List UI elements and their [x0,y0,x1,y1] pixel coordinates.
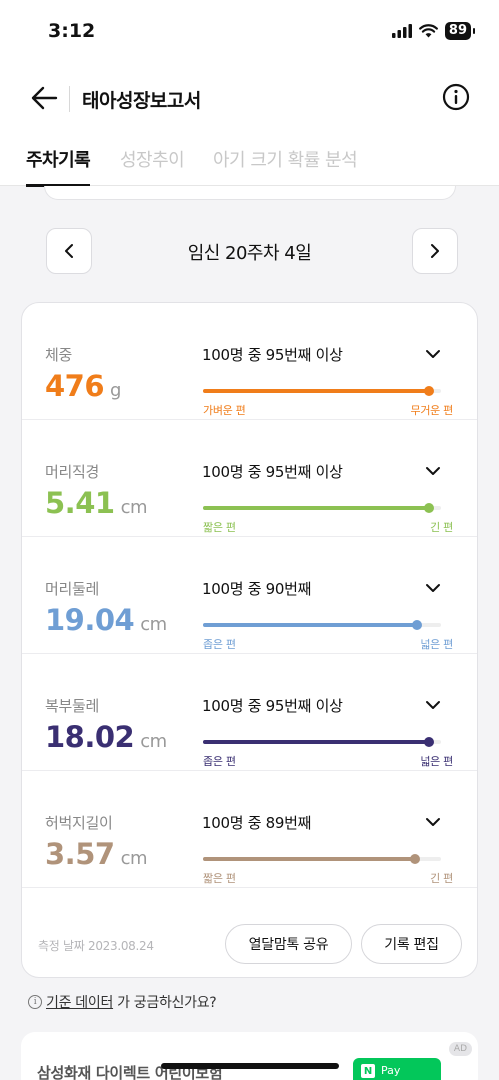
scale-low-label: 가벼운 편 [203,404,246,417]
metric-value: 5.41 cm [45,486,148,520]
metric-row[interactable]: 체중 476 g 100명 중 95번째 이상가벼운 편 무거운 편 [22,303,477,420]
percentile-fill [203,389,430,393]
status-icons: 89 [391,22,476,40]
percentile-marker [424,386,435,396]
battery-icon: 89 [444,22,476,40]
percentile-fill [203,857,415,861]
pay-label: Pay [381,1064,401,1077]
scale-low-label: 짧은 편 [203,521,236,534]
percentile-track [203,503,441,513]
metric-row[interactable]: 머리직경 5.41 cm 100명 중 95번째 이상짧은 편 긴 편 [22,420,477,537]
metric-number: 476 [45,369,105,403]
percentile-fill [203,740,430,744]
arrow-left-icon [31,86,58,110]
metric-unit: cm [120,497,148,518]
naver-logo-icon: N [361,1064,375,1078]
scale-low-label: 짧은 편 [203,872,236,885]
percentile-marker [409,854,420,864]
percentile-track [203,386,441,396]
back-button[interactable] [26,80,62,116]
metric-rank: 100명 중 95번째 이상 [202,346,343,364]
chevron-down-icon[interactable] [422,811,444,833]
measured-date: 측정 날짜 2023.08.24 [38,939,154,953]
metric-row[interactable]: 복부둘레 18.02 cm 100명 중 95번째 이상좁은 편 넓은 편 [22,654,477,771]
metric-unit: cm [140,614,167,635]
metric-value: 476 g [45,369,121,403]
page-title: 태아성장보고서 [82,90,201,112]
reference-data-link[interactable]: 기준 데이터 [46,992,113,1012]
share-button[interactable]: 열달맘톡 공유 [225,924,352,964]
wifi-icon [419,24,438,38]
growth-metrics-card: 체중 476 g 100명 중 95번째 이상 가벼운 편 무거운 편 머리직경 5.41 cm… [21,302,478,978]
scale-low-label: 좁은 편 [203,638,236,651]
metric-rank: 100명 중 95번째 이상 [202,463,343,481]
tab-size-probability[interactable]: 아기 크기 확률 분석 [213,146,358,184]
tab-growth-trend[interactable]: 성장추이 [120,146,185,184]
metric-label: 체중 [45,346,73,364]
chevron-down-icon[interactable] [422,343,444,365]
week-navigator: 임신 20주차 4일 [0,228,499,274]
percentile-fill [203,506,430,510]
edit-record-button[interactable]: 기록 편집 [361,924,462,964]
metric-unit: cm [120,848,148,869]
metric-row[interactable]: 머리둘레 19.04 cm 100명 중 90번째좁은 편 넓은 편 [22,537,477,654]
scale-high-label: 무거운 편 [410,404,454,417]
chevron-down-icon[interactable] [422,694,444,716]
header-divider [69,86,70,112]
metric-unit: cm [140,731,167,752]
card-footer: 측정 날짜 2023.08.24 열달맘톡 공유 기록 편집 [22,888,477,977]
ad-banner[interactable]: 삼성화재 다이렉트 어린이보험 AD N Pay [21,1032,478,1080]
app-header: 태아성장보고서 [0,62,499,132]
percentile-track [203,854,441,864]
tab-bar: 주차기록 성장추이 아기 크기 확률 분석 [0,132,499,187]
status-time: 3:12 [48,20,96,42]
info-icon [442,83,470,111]
metric-number: 19.04 [45,603,135,637]
tab-weekly-record[interactable]: 주차기록 [26,146,91,187]
metric-rank: 100명 중 90번째 [202,580,312,598]
scale-high-label: 넓은 편 [420,638,453,651]
metric-rank: 100명 중 89번째 [202,814,312,832]
percentile-marker [412,620,423,630]
percentile-marker [424,503,435,513]
percentile-fill [203,623,418,627]
signal-icon [391,24,412,38]
status-bar: 3:12 89 [0,0,499,62]
metric-number: 3.57 [45,837,115,871]
home-indicator [161,1063,339,1069]
scale-high-label: 긴 편 [430,521,453,534]
percentile-marker [424,737,435,747]
ad-badge: AD [448,1042,472,1056]
collapsed-panel-edge [44,186,456,200]
percentile-track [203,737,441,747]
info-button[interactable] [441,82,471,112]
scale-high-label: 긴 편 [430,872,453,885]
chevron-down-icon[interactable] [422,460,444,482]
metric-label: 머리둘레 [45,580,100,598]
chevron-right-icon [431,244,439,258]
metric-label: 복부둘레 [45,697,100,715]
metric-rank: 100명 중 95번째 이상 [202,697,343,715]
metric-number: 18.02 [45,720,135,754]
metric-value: 18.02 cm [45,720,167,754]
help-text: 가 궁금하신가요? [117,995,217,1011]
percentile-track [203,620,441,630]
metric-label: 허벅지길이 [45,814,113,832]
metric-value: 19.04 cm [45,603,167,637]
metric-number: 5.41 [45,486,115,520]
metric-row[interactable]: 허벅지길이 3.57 cm 100명 중 89번째짧은 편 긴 편 [22,771,477,888]
metric-value: 3.57 cm [45,837,148,871]
scale-high-label: 넓은 편 [420,755,453,768]
chevron-down-icon[interactable] [422,577,444,599]
metric-unit: g [110,380,121,401]
naver-pay-badge: N Pay [353,1058,441,1080]
next-week-button[interactable] [412,228,458,274]
scale-low-label: 좁은 편 [203,755,236,768]
info-small-icon: i [28,995,42,1009]
metric-label: 머리직경 [45,463,100,481]
reference-data-help: i 기준 데이터 가 궁금하신가요? [28,992,217,1012]
